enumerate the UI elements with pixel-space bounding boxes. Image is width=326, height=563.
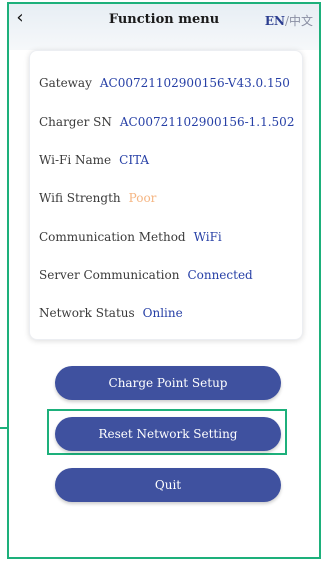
screen: ‹ Function menu EN/中文 Gateway AC007211029…: [9, 4, 319, 557]
info-row-charger-sn: Charger SN AC00721102900156-1.1.502: [39, 112, 294, 132]
device-info-card: Gateway AC00721102900156-V43.0.150 Charge…: [29, 50, 303, 340]
info-label: Wi-Fi Name: [39, 153, 112, 167]
info-value: AC00721102900156-V43.0.150: [99, 76, 290, 90]
info-value: Connected: [187, 268, 253, 282]
info-label: Gateway: [39, 76, 92, 90]
lang-en-option[interactable]: EN: [265, 14, 285, 28]
info-row-server-communication: Server Communication Connected: [39, 265, 294, 285]
info-row-wifi-strength: Wifi Strength Poor: [39, 188, 294, 208]
charge-point-setup-button[interactable]: Charge Point Setup: [55, 366, 281, 400]
info-row-communication-method: Communication Method WiFi: [39, 227, 294, 247]
language-switch: EN/中文: [265, 12, 313, 29]
header-bar: ‹ Function menu EN/中文: [9, 4, 319, 38]
info-label: Communication Method: [39, 230, 186, 244]
info-label: Server Communication: [39, 268, 180, 282]
lang-zh-option[interactable]: 中文: [289, 14, 313, 28]
info-label: Charger SN: [39, 115, 112, 129]
info-row-wifi-name: Wi-Fi Name CITA: [39, 150, 294, 170]
info-value: CITA: [119, 153, 150, 167]
info-label: Wifi Strength: [39, 191, 121, 205]
info-row-gateway: Gateway AC00721102900156-V43.0.150: [39, 73, 294, 93]
info-value: WiFi: [193, 230, 222, 244]
reset-network-setting-button[interactable]: Reset Network Setting: [55, 417, 281, 451]
info-value: Online: [142, 306, 183, 320]
info-value: AC00721102900156-1.1.502: [119, 115, 295, 129]
info-label: Network Status: [39, 306, 135, 320]
quit-button[interactable]: Quit: [55, 468, 281, 502]
info-row-network-status: Network Status Online: [39, 303, 294, 323]
info-value: Poor: [128, 191, 157, 205]
phone-frame: ‹ Function menu EN/中文 Gateway AC007211029…: [7, 2, 321, 559]
